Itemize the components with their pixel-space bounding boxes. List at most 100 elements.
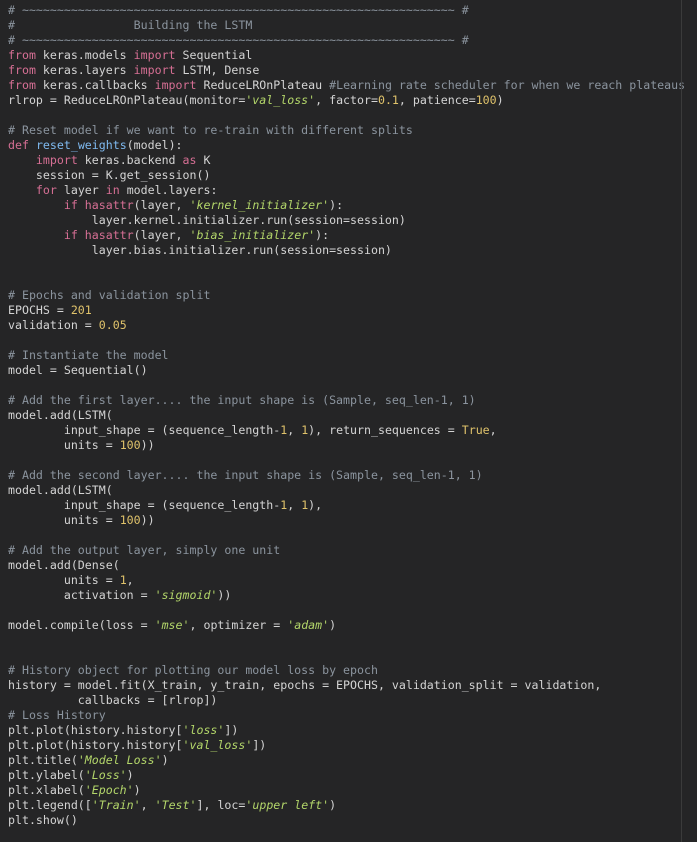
code-line[interactable]: def reset_weights(model): xyxy=(8,138,685,153)
code-string: 'sigmoid' xyxy=(154,588,218,602)
code-text: , xyxy=(489,423,497,437)
code-line[interactable]: plt.xlabel('Epoch') xyxy=(8,783,685,798)
code-line[interactable]: session = K.get_session() xyxy=(8,168,685,183)
code-text: ]) xyxy=(252,738,267,752)
code-line[interactable]: # Add the second layer.... the input sha… xyxy=(8,468,685,483)
code-line[interactable] xyxy=(8,108,685,123)
code-text: plt.plot(history.history[ xyxy=(8,723,183,737)
code-text: , patience= xyxy=(398,93,476,107)
code-line[interactable]: from keras.callbacks import ReduceLROnPl… xyxy=(8,78,685,93)
code-line[interactable]: units = 1, xyxy=(8,573,685,588)
code-line[interactable]: layer.bias.initializer.run(session=sessi… xyxy=(8,243,685,258)
code-line[interactable]: model.add(Dense( xyxy=(8,558,685,573)
code-line[interactable]: input_shape = (sequence_length-1, 1), re… xyxy=(8,423,685,438)
code-line[interactable]: if hasattr(layer, 'bias_initializer'): xyxy=(8,228,685,243)
code-line[interactable]: # Instantiate the model xyxy=(8,348,685,363)
code-text: ], loc= xyxy=(196,798,246,812)
code-text: activation = xyxy=(8,588,155,602)
code-line[interactable]: # ~~~~~~~~~~~~~~~~~~~~~~~~~~~~~~~~~~~~~~… xyxy=(8,3,685,18)
code-string: 'bias_initializer' xyxy=(189,228,316,242)
code-text: validation = xyxy=(8,318,99,332)
code-text: )) xyxy=(217,588,232,602)
code-keyword: from xyxy=(8,78,36,92)
code-line[interactable]: # History object for plotting our model … xyxy=(8,663,685,678)
code-number: 100 xyxy=(119,438,141,452)
code-line[interactable]: model.add(LSTM( xyxy=(8,483,685,498)
code-block[interactable]: # ~~~~~~~~~~~~~~~~~~~~~~~~~~~~~~~~~~~~~~… xyxy=(8,3,685,828)
code-line[interactable]: units = 100)) xyxy=(8,513,685,528)
code-text: , xyxy=(287,498,302,512)
code-keyword: hasattr xyxy=(84,228,134,242)
code-line[interactable]: from keras.layers import LSTM, Dense xyxy=(8,63,685,78)
code-line[interactable]: plt.show() xyxy=(8,813,685,828)
code-text: LSTM, Dense xyxy=(175,63,260,77)
code-line[interactable]: callbacks = [rlrop]) xyxy=(8,693,685,708)
code-string: 'val_loss' xyxy=(245,93,316,107)
code-line[interactable]: plt.title('Model Loss') xyxy=(8,753,685,768)
code-line[interactable] xyxy=(8,648,685,663)
code-line[interactable] xyxy=(8,333,685,348)
code-line[interactable]: history = model.fit(X_train, y_train, ep… xyxy=(8,678,685,693)
code-line[interactable]: plt.ylabel('Loss') xyxy=(8,768,685,783)
code-text: session = K.get_session() xyxy=(8,168,211,182)
code-line[interactable]: if hasattr(layer, 'kernel_initializer'): xyxy=(8,198,685,213)
code-line[interactable]: # Loss History xyxy=(8,708,685,723)
code-text: plt.show() xyxy=(8,813,78,827)
code-line[interactable]: from keras.models import Sequential xyxy=(8,48,685,63)
code-line[interactable] xyxy=(8,528,685,543)
code-line[interactable]: # ~~~~~~~~~~~~~~~~~~~~~~~~~~~~~~~~~~~~~~… xyxy=(8,33,685,48)
code-text: plt.ylabel( xyxy=(8,768,85,782)
code-comment: # Reset model if we want to re-train wit… xyxy=(8,123,413,137)
code-line[interactable]: EPOCHS = 201 xyxy=(8,303,685,318)
code-keyword: as xyxy=(182,153,197,167)
code-line[interactable]: input_shape = (sequence_length-1, 1), xyxy=(8,498,685,513)
code-line[interactable]: rlrop = ReduceLROnPlateau(monitor='val_l… xyxy=(8,93,685,108)
code-number: True xyxy=(461,423,490,437)
code-string: 'Model Loss' xyxy=(77,753,162,767)
code-number: 100 xyxy=(475,93,497,107)
code-line[interactable] xyxy=(8,603,685,618)
code-line[interactable]: model = Sequential() xyxy=(8,363,685,378)
code-line[interactable]: # Add the first layer.... the input shap… xyxy=(8,393,685,408)
code-comment: # Add the second layer.... the input sha… xyxy=(8,468,483,482)
code-comment: #Learning rate scheduler for when we rea… xyxy=(329,78,686,92)
code-number: 100 xyxy=(119,513,141,527)
code-text: ), xyxy=(308,498,323,512)
code-line[interactable]: # Add the output layer, simply one unit xyxy=(8,543,685,558)
code-text: model.layers: xyxy=(119,183,218,197)
code-string: 'Epoch' xyxy=(84,783,134,797)
code-text: layer.bias.initializer.run(session=sessi… xyxy=(8,243,392,257)
code-line[interactable] xyxy=(8,633,685,648)
code-number: 201 xyxy=(70,303,92,317)
code-line[interactable]: validation = 0.05 xyxy=(8,318,685,333)
code-line[interactable]: units = 100)) xyxy=(8,438,685,453)
code-line[interactable] xyxy=(8,273,685,288)
code-number: 1 xyxy=(119,573,127,587)
code-line[interactable]: # Building the LSTM xyxy=(8,18,685,33)
code-line[interactable]: # Reset model if we want to re-train wit… xyxy=(8,123,685,138)
code-line[interactable]: # Epochs and validation split xyxy=(8,288,685,303)
code-line[interactable]: plt.plot(history.history['loss']) xyxy=(8,723,685,738)
code-keyword: if xyxy=(63,228,78,242)
code-text: model.add(LSTM( xyxy=(8,483,113,497)
code-line[interactable]: model.compile(loss = 'mse', optimizer = … xyxy=(8,618,685,633)
code-number: 0.05 xyxy=(98,318,127,332)
code-editor[interactable]: # ~~~~~~~~~~~~~~~~~~~~~~~~~~~~~~~~~~~~~~… xyxy=(0,0,697,842)
code-line[interactable]: for layer in model.layers: xyxy=(8,183,685,198)
code-line[interactable] xyxy=(8,453,685,468)
code-keyword: import xyxy=(35,153,78,167)
code-line[interactable]: activation = 'sigmoid')) xyxy=(8,588,685,603)
code-comment: # Add the output layer, simply one unit xyxy=(8,543,281,557)
code-line[interactable]: import keras.backend as K xyxy=(8,153,685,168)
code-line[interactable]: plt.plot(history.history['val_loss']) xyxy=(8,738,685,753)
code-line[interactable]: model.add(LSTM( xyxy=(8,408,685,423)
code-line[interactable]: plt.legend(['Train', 'Test'], loc='upper… xyxy=(8,798,685,813)
code-line[interactable] xyxy=(8,258,685,273)
code-line[interactable]: layer.kernel.initializer.run(session=ses… xyxy=(8,213,685,228)
code-comment: # ~~~~~~~~~~~~~~~~~~~~~~~~~~~~~~~~~~~~~~… xyxy=(8,33,469,47)
code-line[interactable] xyxy=(8,378,685,393)
